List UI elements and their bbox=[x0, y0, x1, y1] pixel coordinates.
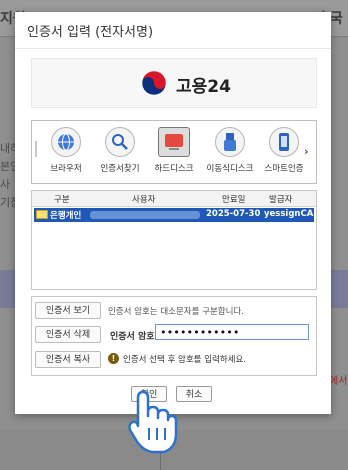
certificate-actions: 인증서 보기 인증서 삭제 인증서 복사 인증서 암호는 대소문자를 구분합니다… bbox=[31, 296, 317, 376]
column-user: 사용자 bbox=[132, 195, 156, 205]
column-expiry: 만료일 bbox=[222, 195, 246, 205]
media-label: 인증서찾기 bbox=[100, 164, 140, 174]
certificate-icon bbox=[36, 210, 48, 219]
hand-pointer-icon bbox=[128, 390, 178, 454]
background-right-note: 에서 bbox=[329, 376, 348, 387]
cert-issuer-cell: yessignCA ... bbox=[264, 209, 314, 219]
dialog-title: 인증서 입력 (전자서명) bbox=[27, 25, 154, 40]
table-row[interactable]: 은행개인 2025-07-30 yessignCA ... bbox=[34, 208, 314, 222]
smartphone-icon bbox=[269, 127, 299, 157]
password-hint: 인증서 선택 후 암호를 입력하세요. bbox=[123, 355, 246, 365]
copy-certificate-button[interactable]: 인증서 복사 bbox=[35, 351, 101, 368]
media-label: 브라우저 bbox=[50, 164, 82, 174]
dialog-title-divider bbox=[15, 48, 331, 49]
password-label: 인증서 암호 bbox=[110, 332, 155, 342]
password-input[interactable] bbox=[155, 324, 309, 340]
brand-banner: 고용24 bbox=[31, 58, 317, 108]
globe-icon bbox=[51, 127, 81, 157]
delete-certificate-button[interactable]: 인증서 삭제 bbox=[35, 326, 101, 343]
column-type: 구분 bbox=[54, 195, 70, 205]
cert-expiry-cell: 2025-07-30 bbox=[206, 209, 261, 219]
hard-disk-icon bbox=[158, 127, 190, 157]
usb-icon bbox=[215, 127, 245, 157]
user-blurred bbox=[90, 211, 200, 219]
table-header: 구분 사용자 만료일 발급자 bbox=[32, 191, 316, 207]
case-sensitivity-note: 인증서 암호는 대소문자를 구분합니다. bbox=[108, 307, 244, 317]
cert-type-cell: 은행개인 bbox=[36, 209, 81, 221]
media-smart-auth[interactable]: 스마트인증 bbox=[258, 127, 310, 177]
chevron-right-icon[interactable]: › bbox=[304, 145, 309, 158]
media-hard-disk[interactable]: 하드디스크 bbox=[148, 127, 200, 177]
view-certificate-button[interactable]: 인증서 보기 bbox=[35, 302, 101, 319]
cancel-button[interactable]: 취소 bbox=[176, 386, 212, 402]
search-icon bbox=[105, 127, 135, 157]
scroll-left-icon[interactable] bbox=[34, 141, 38, 157]
media-label: 스마트인증 bbox=[264, 164, 304, 174]
brand-name: 고용24 bbox=[176, 77, 231, 97]
column-issuer: 발급자 bbox=[269, 195, 293, 205]
media-removable-disk[interactable]: 이동식디스크 bbox=[204, 127, 256, 177]
media-label: 하드디스크 bbox=[154, 164, 194, 174]
cert-type-text: 은행개인 bbox=[50, 211, 82, 221]
certificate-dialog: 인증서 입력 (전자서명) 고용24 브라우저 인증서찾기 하드디스크 이동식디… bbox=[15, 12, 331, 414]
media-label: 이동식디스크 bbox=[206, 164, 254, 174]
certificate-table: 구분 사용자 만료일 발급자 은행개인 2025-07-30 yessignCA… bbox=[31, 190, 317, 290]
storage-media-selector: 브라우저 인증서찾기 하드디스크 이동식디스크 스마트인증 › bbox=[31, 120, 317, 184]
info-icon: ! bbox=[108, 353, 119, 364]
media-find-certificate[interactable]: 인증서찾기 bbox=[94, 127, 146, 177]
media-browser[interactable]: 브라우저 bbox=[40, 127, 92, 177]
taegeuk-logo-icon bbox=[141, 70, 167, 96]
